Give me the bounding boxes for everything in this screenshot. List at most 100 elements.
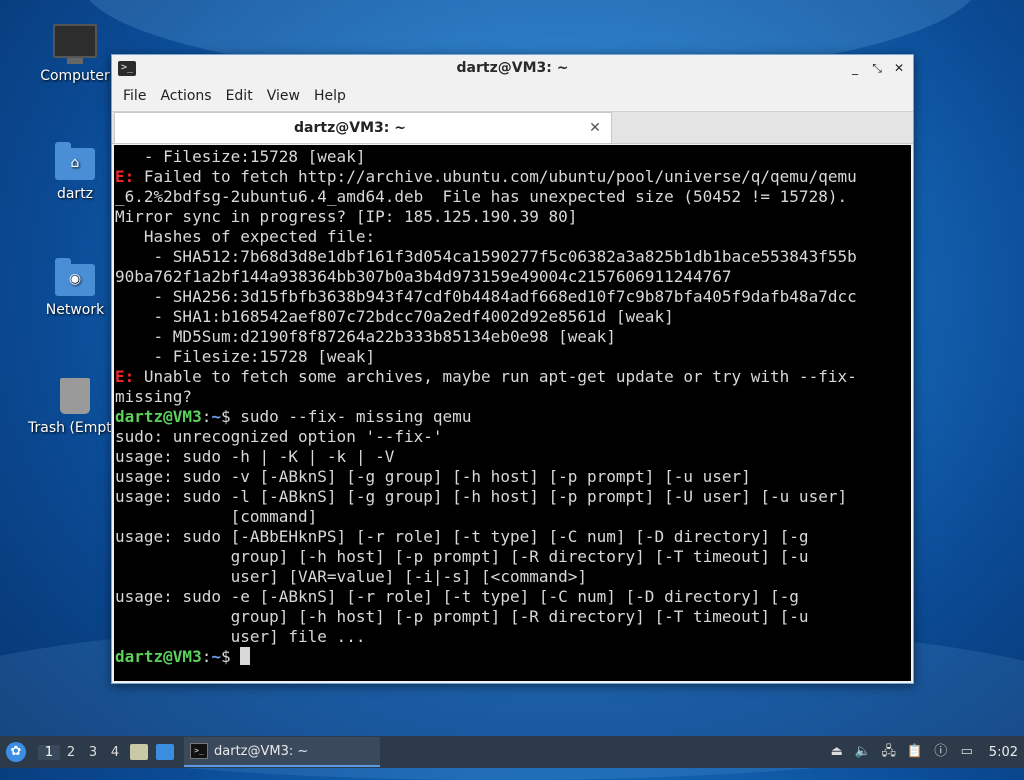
prompt-separator: : [201,407,212,426]
tab-bar: dartz@VM3: ~ ✕ [112,111,913,144]
terminal-line: - SHA256:3d15fbfb3638b943f47cdf0b4484adf… [115,287,857,306]
terminal-line: - Filesize:15728 [weak] [115,347,376,366]
terminal-line-text: - MD5Sum:d2190f8f87264a22b333b85134eb0e9… [115,327,616,346]
desktop-icon-label: dartz [56,186,94,202]
terminal-line: 90ba762f1a2bf144a938364bb307b0a3b4d97315… [115,267,732,286]
desktop-icon-label: Network [45,302,105,318]
clipboard-icon[interactable]: 📋 [907,744,923,760]
terminal-line-text: user] [VAR=value] [-i|-s] [<command>] [115,567,588,586]
terminal-line: dartz@VM3:~$ sudo --fix- missing qemu [115,407,471,426]
terminal-line-text: user] file ... [115,627,366,646]
menu-file[interactable]: File [116,88,153,104]
terminal-line: missing? [115,387,192,406]
window-titlebar[interactable]: >_ dartz@VM3: ~ _ ⤡ ✕ [112,55,913,81]
terminal-line: usage: sudo [-ABbEHknPS] [-r role] [-t t… [115,527,809,546]
prompt-dollar: $ [220,407,231,426]
desktop-icon-network[interactable]: ◉ Network [27,258,123,318]
terminal-line: user] file ... [115,627,366,646]
terminal-task-icon: >_ [190,743,208,759]
desktop-icon-home[interactable]: ⌂ dartz [27,142,123,202]
terminal-line-text: - Filesize:15728 [weak] [115,347,376,366]
notification-icon[interactable]: ⓘ [933,744,949,760]
workspace-3[interactable]: 3 [82,745,104,760]
terminal-line: Mirror sync in progress? [IP: 185.125.19… [115,207,577,226]
terminal-cursor [240,647,251,665]
prompt-user: dartz@VM3 [115,647,202,666]
maximize-button[interactable]: ⤡ [869,60,885,76]
prompt-path: ~ [211,647,221,666]
terminal-line-text: sudo --fix- missing qemu [230,407,472,426]
terminal-line: user] [VAR=value] [-i|-s] [<command>] [115,567,587,586]
prompt-path: ~ [211,407,221,426]
terminal-line-text: - SHA1:b168542aef807c72bdcc70a2edf4002d9… [115,307,674,326]
desktop-icon-label: Computer [40,68,110,84]
prompt-dollar: $ [220,647,231,666]
terminal-line: usage: sudo -e [-ABknS] [-r role] [-t ty… [115,587,799,606]
terminal-text: - Filesize:15728 [weak] E: Failed to fet… [115,147,911,667]
terminal-line-text: usage: sudo -e [-ABknS] [-r role] [-t ty… [115,587,799,606]
workspace-4[interactable]: 4 [104,745,126,760]
terminal-line-text: _6.2%2bdfsg-2ubuntu6.4_amd64.deb File ha… [115,187,848,206]
terminal-line-text: group] [-h host] [-p prompt] [-R directo… [115,607,809,626]
terminal-line: - SHA512:7b68d3d8e1dbf161f3d054ca1590277… [115,247,857,266]
workspace-2[interactable]: 2 [60,745,82,760]
terminal-line-text: usage: sudo -l [-ABknS] [-g group] [-h h… [115,487,848,506]
network-icon[interactable]: 🖧 [881,744,897,760]
error-marker: E: [115,167,135,186]
terminal-line-text: Failed to fetch http://archive.ubuntu.co… [134,167,857,186]
terminal-line-text: - Filesize:15728 [weak] [115,147,366,166]
minimize-button[interactable]: _ [847,60,863,76]
terminal-line-text: missing? [115,387,193,406]
menu-bar: File Actions Edit View Help [112,81,913,111]
terminal-line-text: Mirror sync in progress? [IP: 185.125.19… [115,207,578,226]
volume-icon[interactable]: 🔈 [855,744,871,760]
terminal-line: - MD5Sum:d2190f8f87264a22b333b85134eb0e9… [115,327,616,346]
window-title: dartz@VM3: ~ [456,60,569,76]
terminal-app-icon[interactable]: >_ [118,60,136,76]
terminal-line-text: usage: sudo -v [-ABknS] [-g group] [-h h… [115,467,751,486]
close-button[interactable]: ✕ [891,60,907,76]
terminal-line: [command] [115,507,318,526]
tab-close-icon[interactable]: ✕ [585,120,605,136]
terminal-line: sudo: unrecognized option '--fix-' [115,427,443,446]
power-icon[interactable]: ▭ [959,744,975,760]
tab-terminal[interactable]: dartz@VM3: ~ ✕ [114,112,612,143]
menu-edit[interactable]: Edit [219,88,260,104]
task-terminal[interactable]: >_ dartz@VM3: ~ [184,737,380,767]
tab-label: dartz@VM3: ~ [294,120,406,136]
workspace-1[interactable]: 1 [38,744,60,760]
terminal-line-text: Hashes of expected file: [115,227,376,246]
prompt-separator: : [201,647,212,666]
file-manager-launcher-icon[interactable] [130,744,148,760]
menu-view[interactable]: View [260,88,307,104]
terminal-line: E: Unable to fetch some archives, maybe … [115,367,857,386]
terminal-line: group] [-h host] [-p prompt] [-R directo… [115,607,809,626]
terminal-line: - SHA1:b168542aef807c72bdcc70a2edf4002d9… [115,307,674,326]
terminal-line: dartz@VM3:~$ [115,647,251,666]
start-menu-icon[interactable]: ✿ [6,742,26,762]
terminal-output[interactable]: - Filesize:15728 [weak] E: Failed to fet… [114,145,911,681]
terminal-line-text: usage: sudo [-ABbEHknPS] [-r role] [-t t… [115,527,809,546]
desktop-icon-computer[interactable]: Computer [27,24,123,84]
terminal-line: E: Failed to fetch http://archive.ubuntu… [115,167,857,186]
terminal-line-text: [command] [115,507,318,526]
menu-help[interactable]: Help [307,88,353,104]
terminal-line-text: sudo: unrecognized option '--fix-' [115,427,443,446]
prompt-user: dartz@VM3 [115,407,202,426]
terminal-line: usage: sudo -l [-ABknS] [-g group] [-h h… [115,487,847,506]
terminal-line: - Filesize:15728 [weak] [115,147,366,166]
terminal-line-text: - SHA256:3d15fbfb3638b943f47cdf0b4484adf… [115,287,857,306]
menu-actions[interactable]: Actions [153,88,218,104]
show-desktop-icon[interactable] [156,744,174,760]
terminal-window[interactable]: >_ dartz@VM3: ~ _ ⤡ ✕ File Actions Edit … [111,54,914,684]
eject-icon[interactable]: ⏏ [829,744,845,760]
terminal-line-text: usage: sudo -h | -K | -k | -V [115,447,395,466]
home-folder-icon: ⌂ [27,142,123,180]
task-label: dartz@VM3: ~ [214,743,309,759]
terminal-line-text: - SHA512:7b68d3d8e1dbf161f3d054ca1590277… [115,247,857,266]
terminal-line: group] [-h host] [-p prompt] [-R directo… [115,547,809,566]
terminal-line-text: 90ba762f1a2bf144a938364bb307b0a3b4d97315… [115,267,732,286]
computer-icon [27,24,123,64]
clock[interactable]: 5:02 [989,745,1018,760]
error-marker: E: [115,367,135,386]
